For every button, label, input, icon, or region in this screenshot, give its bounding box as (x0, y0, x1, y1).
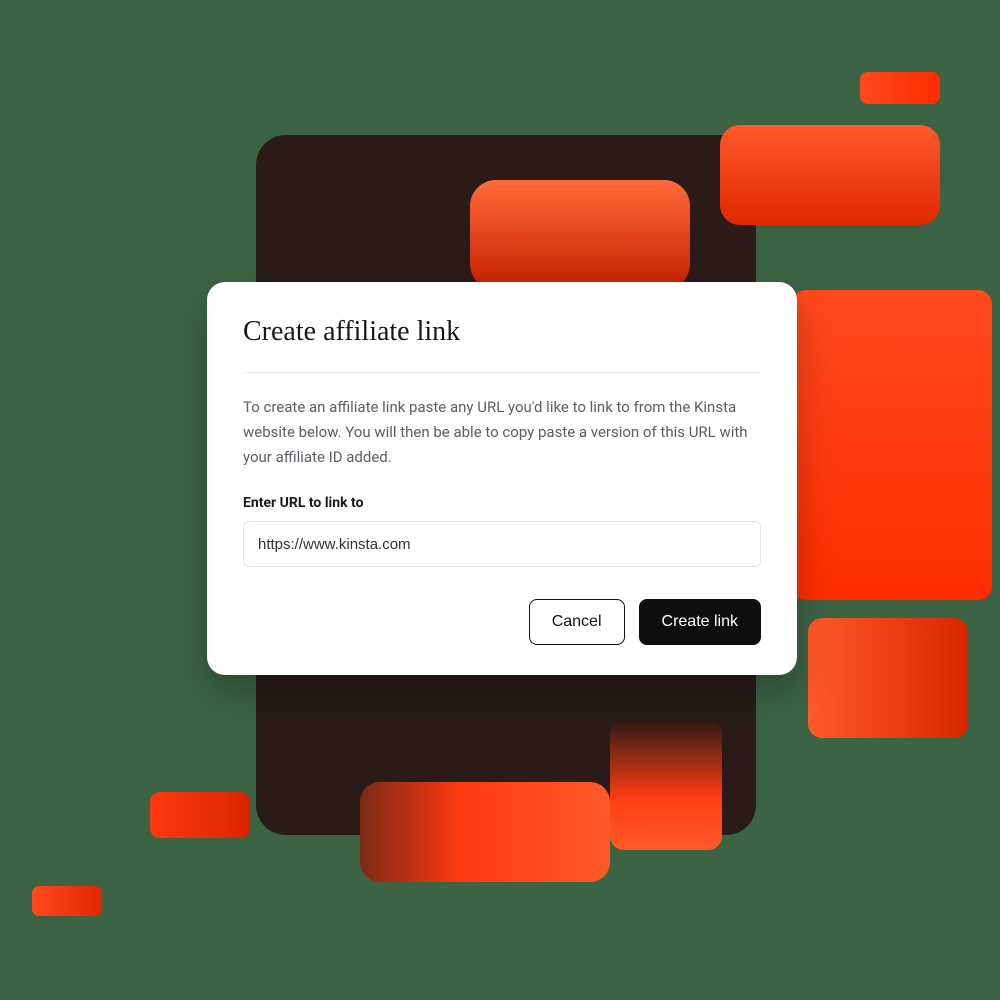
decorative-blob (792, 290, 992, 600)
decorative-blob (150, 792, 250, 838)
decorative-blob (720, 125, 940, 225)
decorative-blob (470, 180, 690, 290)
create-affiliate-link-modal: Create affiliate link To create an affil… (207, 282, 797, 675)
modal-actions: Cancel Create link (243, 599, 761, 645)
decorative-blob (32, 886, 102, 916)
decorative-blob (610, 720, 722, 850)
url-input[interactable] (243, 521, 761, 567)
url-field-label: Enter URL to link to (243, 495, 761, 511)
decorative-blob (860, 72, 940, 104)
cancel-button[interactable]: Cancel (529, 599, 625, 645)
create-link-button[interactable]: Create link (639, 599, 761, 645)
modal-title: Create affiliate link (243, 316, 761, 373)
decorative-blob (360, 782, 610, 882)
modal-description: To create an affiliate link paste any UR… (243, 395, 761, 469)
decorative-blob (808, 618, 968, 738)
